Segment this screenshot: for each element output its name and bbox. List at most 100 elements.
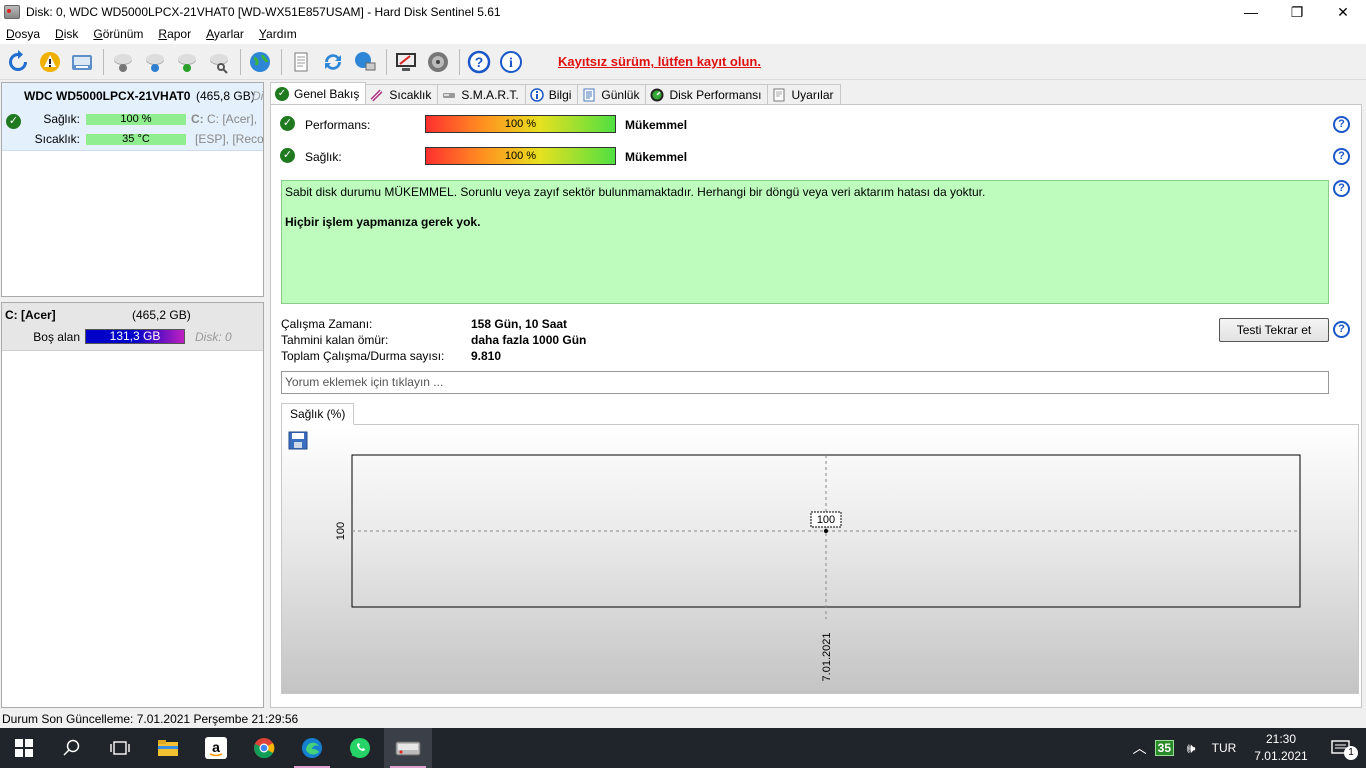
disk-item[interactable]: WDC WD5000LPCX-21VHAT0 (465,8 GB) Di ✓ S… bbox=[2, 83, 264, 151]
amazon-icon[interactable]: a bbox=[192, 728, 240, 768]
document-icon[interactable] bbox=[286, 47, 316, 77]
speaker-icon[interactable] bbox=[423, 47, 453, 77]
data-point bbox=[824, 529, 828, 533]
clock-date: 7.01.2021 bbox=[1254, 749, 1308, 763]
svg-text:a: a bbox=[212, 739, 220, 755]
refresh-icon[interactable] bbox=[3, 47, 33, 77]
status-message-box: Sabit disk durumu MÜKEMMEL. Sorunlu veya… bbox=[281, 180, 1329, 304]
tab-disk-performance[interactable]: Disk Performansı bbox=[645, 84, 769, 104]
status-bar: Durum Son Güncelleme: 7.01.2021 Perşembe… bbox=[0, 710, 1366, 728]
health-label: Sağlık: bbox=[43, 112, 80, 126]
close-button[interactable]: ✕ bbox=[1320, 0, 1366, 24]
svg-text:i: i bbox=[509, 56, 513, 71]
tab-overview[interactable]: ✓ Genel Bakış bbox=[270, 82, 367, 104]
performance-status: Mükemmel bbox=[625, 118, 688, 132]
disk-temperature-tray-badge[interactable]: 35 bbox=[1154, 740, 1174, 756]
partition-panel: C: [Acer] (465,2 GB) Boş alan 131,3 GB D… bbox=[1, 302, 264, 708]
drive-test-icon[interactable] bbox=[108, 47, 138, 77]
sync-icon[interactable] bbox=[318, 47, 348, 77]
language-indicator[interactable]: TUR bbox=[1208, 741, 1240, 755]
tab-label: Uyarılar bbox=[791, 87, 834, 102]
recommendation-message: Hiçbir işlem yapmanıza gerek yok. bbox=[285, 215, 481, 229]
retest-button[interactable]: Testi Tekrar et bbox=[1219, 318, 1329, 342]
disk-report-icon[interactable] bbox=[67, 47, 97, 77]
whatsapp-icon[interactable] bbox=[336, 728, 384, 768]
start-button[interactable] bbox=[0, 728, 48, 768]
partition-item[interactable]: C: [Acer] (465,2 GB) Boş alan 131,3 GB D… bbox=[2, 303, 263, 351]
remaining-life-value: daha fazla 1000 Gün bbox=[471, 333, 587, 347]
menu-rapor[interactable]: Rapor bbox=[152, 27, 200, 41]
menu-disk[interactable]: Disk bbox=[49, 27, 87, 41]
partition-size: (465,2 GB) bbox=[132, 308, 191, 322]
disk-name: WDC WD5000LPCX-21VHAT0 bbox=[24, 89, 191, 103]
info-icon[interactable]: i bbox=[496, 47, 526, 77]
globe-icon[interactable] bbox=[245, 47, 275, 77]
performance-help-icon[interactable]: ? bbox=[1333, 116, 1350, 133]
hard-disk-sentinel-icon[interactable] bbox=[384, 728, 432, 768]
drive-ok-icon[interactable] bbox=[172, 47, 202, 77]
window-title: Disk: 0, WDC WD5000LPCX-21VHAT0 [WD-WX51… bbox=[26, 5, 501, 19]
menu-yardim[interactable]: Yardım bbox=[253, 27, 306, 41]
retest-help-icon[interactable]: ? bbox=[1333, 321, 1350, 338]
free-space-bar: 131,3 GB bbox=[85, 329, 185, 344]
partition-name: C: [Acer] bbox=[5, 308, 56, 322]
svg-text:?: ? bbox=[475, 54, 484, 70]
tab-alerts[interactable]: Uyarılar bbox=[767, 84, 841, 104]
clock[interactable]: 21:30 7.01.2021 bbox=[1246, 731, 1316, 765]
menu-dosya[interactable]: Dosya bbox=[0, 27, 49, 41]
tab-label: Günlük bbox=[601, 87, 640, 102]
toolbar-separator bbox=[103, 48, 104, 75]
tab-label: S.M.A.R.T. bbox=[461, 87, 519, 102]
overview-panel: ✓ Performans: 100 % Mükemmel ? ✓ Sağlık:… bbox=[270, 104, 1362, 708]
tab-info[interactable]: Bilgi bbox=[524, 84, 579, 104]
health-chart-area: 100 7.01.2021 100 bbox=[281, 424, 1359, 694]
partition-list-1: C: C: [Acer], bbox=[191, 112, 258, 126]
partition-disk-ref: Disk: 0 bbox=[195, 330, 232, 344]
drive-search-icon[interactable] bbox=[204, 47, 234, 77]
tab-label: Sıcaklık bbox=[389, 87, 432, 102]
minimize-button[interactable]: — bbox=[1228, 0, 1274, 24]
chrome-icon[interactable] bbox=[240, 728, 288, 768]
search-icon[interactable] bbox=[48, 728, 96, 768]
menu-ayarlar[interactable]: Ayarlar bbox=[200, 27, 253, 41]
y-tick-label: 100 bbox=[335, 522, 347, 540]
gauge-icon bbox=[650, 88, 664, 102]
toolbar-separator bbox=[459, 48, 460, 75]
help-icon[interactable]: ? bbox=[464, 47, 494, 77]
temperature-label: Sıcaklık: bbox=[34, 132, 80, 146]
monitor-icon[interactable] bbox=[391, 47, 421, 77]
register-link[interactable]: Kayıtsız sürüm, lütfen kayıt olun. bbox=[558, 54, 761, 69]
health-chart: 100 7.01.2021 100 bbox=[335, 454, 1301, 681]
title-bar: Disk: 0, WDC WD5000LPCX-21VHAT0 [WD-WX51… bbox=[0, 0, 1366, 24]
tab-label: Disk Performansı bbox=[669, 87, 762, 102]
alert-icon[interactable] bbox=[35, 47, 65, 77]
drive-icon bbox=[442, 88, 456, 102]
disk-extra: Di bbox=[252, 89, 264, 103]
disk-list-panel: WDC WD5000LPCX-21VHAT0 (465,8 GB) Di ✓ S… bbox=[1, 82, 264, 297]
notification-center-icon[interactable]: 1 bbox=[1316, 728, 1366, 768]
tab-temperature[interactable]: Sıcaklık bbox=[365, 84, 439, 104]
edge-icon[interactable] bbox=[288, 728, 336, 768]
file-explorer-icon[interactable] bbox=[144, 728, 192, 768]
maximize-button[interactable]: ❐ bbox=[1274, 0, 1320, 24]
notification-count: 1 bbox=[1344, 746, 1358, 760]
start-stop-count-label: Toplam Çalışma/Durma sayısı: bbox=[281, 349, 445, 363]
comment-input[interactable]: Yorum eklemek için tıklayın ... bbox=[281, 371, 1329, 394]
menu-gorunum[interactable]: Görünüm bbox=[87, 27, 152, 41]
tray-chevron-up-icon[interactable]: ︿ bbox=[1129, 738, 1151, 758]
tab-label: Bilgi bbox=[548, 87, 572, 102]
drive-surface-icon[interactable] bbox=[140, 47, 170, 77]
tab-smart[interactable]: S.M.A.R.T. bbox=[437, 84, 526, 104]
task-view-icon[interactable] bbox=[96, 728, 144, 768]
network-icon[interactable] bbox=[350, 47, 380, 77]
tab-label: Genel Bakış bbox=[294, 86, 360, 101]
check-icon: ✓ bbox=[275, 86, 289, 101]
volume-icon[interactable]: 🕪 bbox=[1180, 740, 1202, 757]
uptime-value: 158 Gün, 10 Saat bbox=[471, 317, 568, 331]
tab-log[interactable]: Günlük bbox=[577, 84, 647, 104]
tab-bar: ✓ Genel Bakış Sıcaklık S.M.A.R.T. Bilgi … bbox=[270, 82, 841, 104]
message-help-icon[interactable]: ? bbox=[1333, 180, 1350, 197]
tab-health-chart[interactable]: Sağlık (%) bbox=[281, 403, 355, 425]
disk-size: (465,8 GB) bbox=[196, 89, 255, 103]
health-help-icon[interactable]: ? bbox=[1333, 148, 1350, 165]
